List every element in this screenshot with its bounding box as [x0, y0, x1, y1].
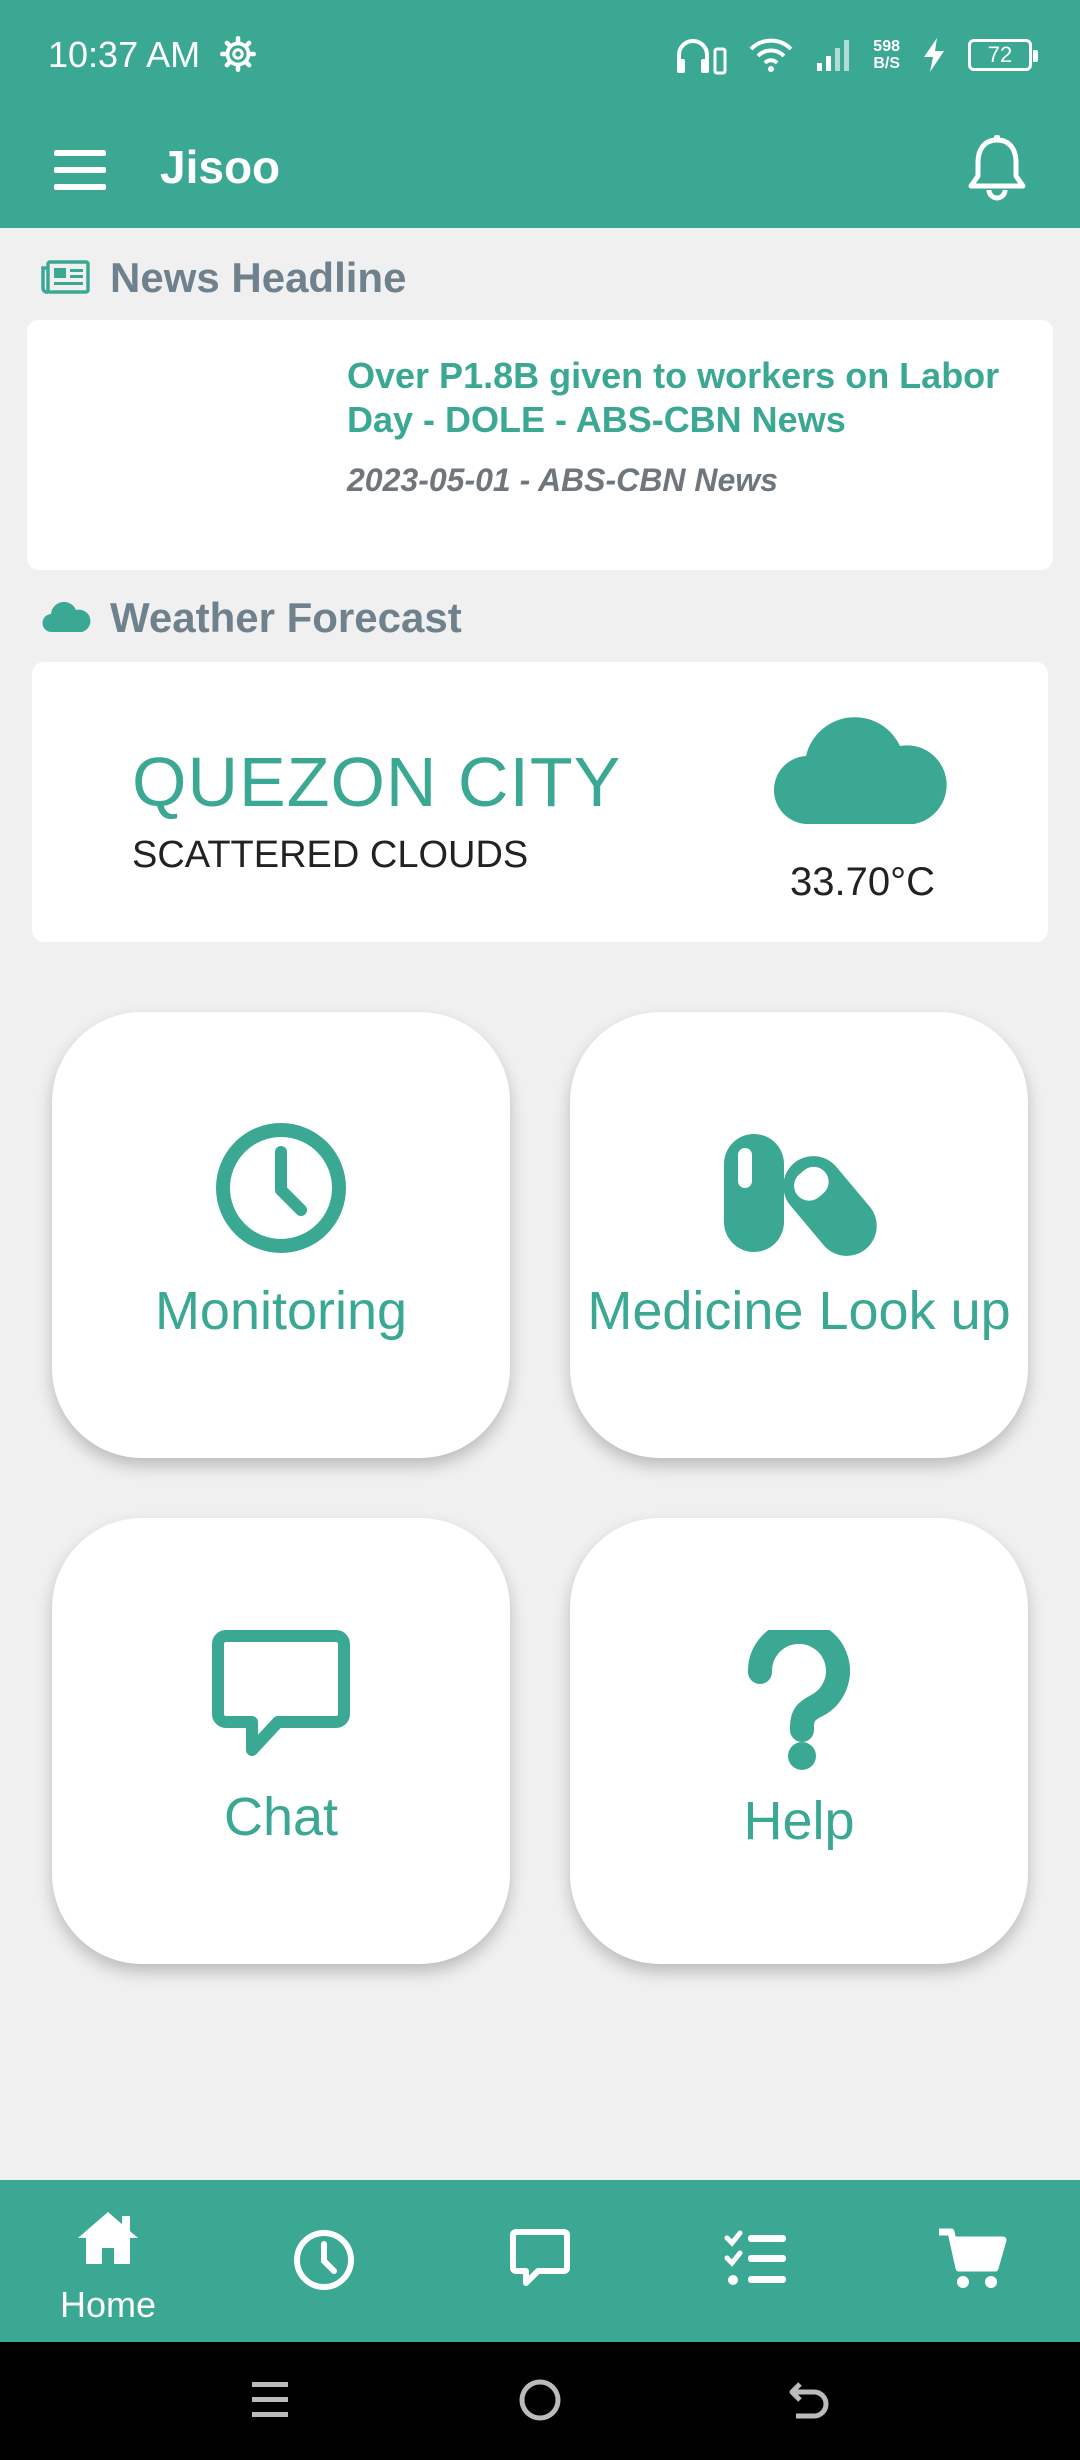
- chat-icon: [212, 1630, 350, 1756]
- network-speed-unit: B/S: [873, 55, 900, 72]
- wifi-icon: [749, 38, 793, 72]
- battery-indicator: 72: [968, 39, 1038, 71]
- chat-tile[interactable]: Chat: [52, 1518, 510, 1964]
- gear-icon: [220, 36, 256, 72]
- cloud-icon: [774, 717, 947, 825]
- weather-temperature: 33.70°C: [790, 860, 935, 904]
- weather-card[interactable]: QUEZON CITY SCATTERED CLOUDS 33.70°C: [32, 662, 1048, 942]
- nav-home-label: Home: [59, 2284, 157, 2325]
- weather-city: QUEZON CITY: [132, 743, 622, 821]
- home-icon: [78, 2212, 138, 2264]
- bottom-nav: Home: [0, 2180, 1080, 2342]
- headphones-icon: [677, 39, 727, 75]
- app-bar: Jisoo: [0, 110, 1080, 228]
- signal-icon: [817, 40, 850, 71]
- home-circle-icon[interactable]: [516, 2376, 564, 2424]
- nav-chat[interactable]: [460, 2180, 620, 2342]
- medicine-lookup-label: Medicine Look up: [587, 1281, 1011, 1341]
- back-icon[interactable]: [786, 2376, 834, 2424]
- menu-icon[interactable]: [48, 144, 112, 196]
- checklist-icon: [724, 2230, 786, 2285]
- recents-icon[interactable]: [248, 2376, 292, 2424]
- battery-level: 72: [987, 42, 1013, 67]
- pills-icon: [724, 1134, 877, 1256]
- help-label: Help: [743, 1791, 855, 1851]
- clock-icon: [294, 2230, 354, 2290]
- status-time: 10:37 AM: [48, 34, 201, 75]
- status-bar: 10:37 AM 598 B/S 72: [0, 0, 1080, 110]
- bell-icon[interactable]: [964, 134, 1030, 204]
- news-section-title: News Headline: [110, 254, 407, 301]
- nav-checklist[interactable]: [676, 2180, 836, 2342]
- medicine-lookup-tile[interactable]: Medicine Look up: [570, 1012, 1028, 1458]
- cloud-small-icon: [42, 601, 91, 633]
- chat-icon: [510, 2229, 570, 2286]
- weather-section-header: Weather Forecast: [40, 594, 462, 642]
- charging-icon: [924, 38, 944, 72]
- question-icon: [747, 1630, 850, 1770]
- weather-section-title: Weather Forecast: [110, 594, 462, 641]
- monitoring-tile[interactable]: Monitoring: [52, 1012, 510, 1458]
- monitoring-label: Monitoring: [154, 1281, 408, 1341]
- news-section-header: News Headline: [40, 254, 406, 302]
- weather-condition: SCATTERED CLOUDS: [132, 834, 529, 876]
- news-card[interactable]: Over P1.8B given to workers on Labor Day…: [27, 320, 1053, 570]
- news-meta: 2023-05-01 - ABS-CBN News: [347, 462, 778, 498]
- network-speed-value: 598: [873, 38, 900, 55]
- nav-monitoring[interactable]: [244, 2180, 404, 2342]
- newspaper-icon: [41, 260, 90, 294]
- clock-icon: [216, 1123, 346, 1253]
- nav-home[interactable]: Home: [28, 2180, 188, 2342]
- chat-label: Chat: [223, 1787, 339, 1847]
- app-title: Jisoo: [160, 141, 281, 193]
- cart-icon: [939, 2228, 1007, 2288]
- network-speed: 598 B/S: [873, 38, 900, 72]
- status-indicators: 598 B/S 72: [675, 30, 1038, 80]
- help-tile[interactable]: Help: [570, 1518, 1028, 1964]
- nav-cart[interactable]: [892, 2180, 1052, 2342]
- system-nav-bar: [0, 2342, 1080, 2460]
- news-headline[interactable]: Over P1.8B given to workers on Labor Day…: [347, 354, 1027, 442]
